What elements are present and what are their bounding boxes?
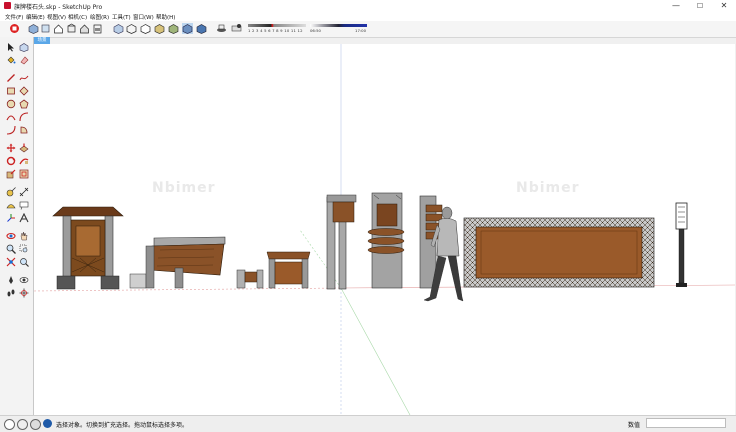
watermark-left: Nbimer: [152, 180, 216, 196]
shadow-time-slider[interactable]: 06:50 17:00: [310, 23, 370, 35]
menu-view[interactable]: 视图(V): [47, 13, 66, 21]
sketchup-app-icon: [4, 2, 11, 9]
close-button[interactable]: ✕: [712, 1, 736, 11]
shaded-style-icon[interactable]: [154, 23, 165, 34]
axes-tool-icon[interactable]: [6, 213, 16, 223]
circle-tool-icon[interactable]: [6, 99, 16, 109]
previous-view-icon[interactable]: [19, 257, 29, 267]
menu-window[interactable]: 窗口(W): [133, 13, 154, 21]
move-tool-icon[interactable]: [6, 143, 16, 153]
geo-location-icon[interactable]: [4, 419, 15, 430]
xray-style-icon[interactable]: [113, 23, 124, 34]
angled-sign-model: [129, 236, 226, 289]
eraser-icon[interactable]: [19, 55, 29, 65]
dimension-tool-icon[interactable]: [19, 187, 29, 197]
green-axis: [340, 287, 411, 415]
stop-icon[interactable]: [9, 23, 20, 34]
left-toolbar: [0, 37, 34, 415]
hidden-line-style-icon[interactable]: [140, 23, 151, 34]
scene-tab[interactable]: 场景: [34, 37, 50, 44]
menu-file[interactable]: 文件(F): [5, 13, 23, 21]
text-tool-icon[interactable]: [19, 200, 29, 210]
freehand-tool-icon[interactable]: [19, 73, 29, 83]
polygon-tool-icon[interactable]: [19, 99, 29, 109]
zoom-window-icon[interactable]: [19, 244, 29, 254]
lamp-post-model: [675, 202, 688, 287]
zoom-extents-icon[interactable]: [6, 257, 16, 267]
three-point-arc-icon[interactable]: [6, 125, 16, 135]
orbit-icon[interactable]: [6, 231, 16, 241]
roofed-notice-board-model: [266, 251, 311, 289]
shadow-time-bar[interactable]: [310, 24, 367, 27]
status-message: 选择对象。切换到扩充选择。拖动鼠标选择多项。: [56, 422, 189, 429]
rotated-rectangle-icon[interactable]: [19, 86, 29, 96]
stone-pillar-plank-model: [367, 192, 405, 289]
textured-style-icon[interactable]: [168, 23, 179, 34]
shadow-month-ticks: 1 2 3 4 5 6 7 8 9 10 11 12: [248, 28, 303, 33]
make-component-icon[interactable]: [19, 42, 29, 52]
user-account-icon[interactable]: [30, 419, 41, 430]
watermark-right: Nbimer: [516, 180, 580, 196]
rectangle-tool-icon[interactable]: [6, 86, 16, 96]
menu-draw[interactable]: 绘图(R): [90, 13, 109, 21]
window-title: 旗牌楼石头.skp - SketchUp Pro: [14, 4, 103, 11]
top-view-icon[interactable]: [40, 23, 51, 34]
minimize-button[interactable]: —: [664, 1, 688, 11]
menu-bar: 文件(F) 编辑(E) 视图(V) 相机(C) 绘图(R) 工具(T) 窗口(W…: [0, 12, 736, 21]
zoom-icon[interactable]: [6, 244, 16, 254]
scene-canvas[interactable]: [34, 44, 735, 415]
pie-tool-icon[interactable]: [19, 125, 29, 135]
menu-camera[interactable]: 相机(C): [68, 13, 87, 21]
time-start-label: 06:50: [310, 28, 321, 33]
section-plane-icon[interactable]: [19, 288, 29, 298]
modeling-viewport[interactable]: Nbimer Nbimer: [34, 44, 735, 415]
rotate-tool-icon[interactable]: [6, 156, 16, 166]
small-low-sign-model: [236, 269, 264, 289]
shadow-date-slider[interactable]: 1 2 3 4 5 6 7 8 9 10 11 12: [248, 23, 312, 35]
line-tool-icon[interactable]: [6, 73, 16, 83]
push-pull-icon[interactable]: [19, 143, 29, 153]
fog-toggle-icon[interactable]: [231, 23, 242, 34]
measurements-label: 数值: [628, 422, 641, 429]
shadows-toggle-icon[interactable]: [216, 23, 227, 34]
two-point-arc-icon[interactable]: [19, 112, 29, 122]
red-axis-negative: [34, 287, 342, 292]
back-view-icon[interactable]: [79, 23, 90, 34]
gate-with-roof-model: [52, 206, 124, 290]
position-camera-icon[interactable]: [6, 275, 16, 285]
right-view-icon[interactable]: [66, 23, 77, 34]
protractor-icon[interactable]: [6, 200, 16, 210]
help-info-icon[interactable]: [43, 419, 52, 428]
3d-text-icon[interactable]: [19, 213, 29, 223]
follow-me-icon[interactable]: [19, 156, 29, 166]
wireframe-style-icon[interactable]: [126, 23, 137, 34]
iso-view-icon[interactable]: [28, 23, 39, 34]
paint-bucket-icon[interactable]: [6, 55, 16, 65]
credits-icon[interactable]: [17, 419, 28, 430]
walk-icon[interactable]: [6, 288, 16, 298]
tall-post-sign-model: [326, 194, 357, 290]
pan-icon[interactable]: [19, 231, 29, 241]
select-icon[interactable]: [6, 42, 16, 52]
time-end-label: 17:00: [355, 28, 366, 33]
tape-measure-icon[interactable]: [6, 187, 16, 197]
offset-tool-icon[interactable]: [19, 169, 29, 179]
scale-tool-icon[interactable]: [6, 169, 16, 179]
large-framed-panel-model: [463, 217, 655, 288]
measurements-input[interactable]: [646, 418, 726, 428]
left-view-icon[interactable]: [92, 23, 103, 34]
maximize-button[interactable]: ☐: [688, 1, 712, 11]
section-icon[interactable]: [196, 23, 207, 34]
arc-tool-icon[interactable]: [6, 112, 16, 122]
monochrome-style-icon[interactable]: [182, 23, 193, 34]
menu-tools[interactable]: 工具(T): [112, 13, 131, 21]
menu-help[interactable]: 帮助(H): [156, 13, 175, 21]
shadow-date-bar[interactable]: [248, 24, 306, 27]
look-around-icon[interactable]: [19, 275, 29, 285]
front-view-icon[interactable]: [53, 23, 64, 34]
status-bar: 选择对象。切换到扩充选择。拖动鼠标选择多项。 数值: [0, 415, 736, 432]
menu-edit[interactable]: 编辑(E): [26, 13, 45, 21]
title-bar: 旗牌楼石头.skp - SketchUp Pro — ☐ ✕: [0, 0, 736, 12]
